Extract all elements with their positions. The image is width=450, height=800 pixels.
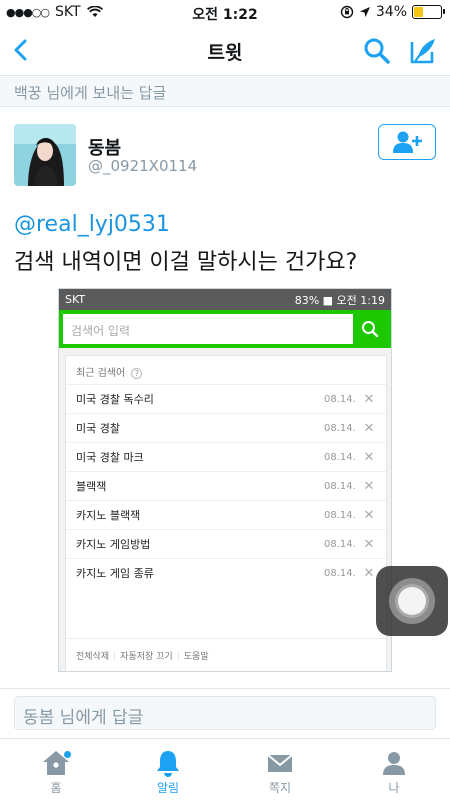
- embedded-recent-keyword: 미국 경찰 마크: [76, 451, 144, 464]
- embedded-recent-panel: 최근 검색어 ? 미국 경찰 독수리 08.14. ✕ 미국 경찰 08.14. ✕ 미국 …: [65, 355, 387, 671]
- tab-messages[interactable]: 쪽지: [240, 749, 320, 796]
- add-user-icon: [393, 131, 422, 153]
- embedded-recent-item: 카지노 게임방법 08.14. ✕: [66, 529, 386, 558]
- mention-link[interactable]: @real_lyj0531: [14, 212, 170, 237]
- tab-home[interactable]: 홈: [16, 749, 96, 796]
- nav-bar: 트윗: [0, 24, 450, 76]
- follow-button[interactable]: [378, 124, 436, 160]
- embedded-search-icon: [362, 321, 379, 338]
- assistive-touch-icon: [395, 584, 429, 618]
- embedded-recent-label: 최근 검색어: [76, 368, 126, 379]
- embedded-search-input: 검색어 입력: [63, 314, 353, 344]
- battery-icon: [412, 5, 445, 19]
- tab-me[interactable]: 나: [354, 749, 434, 796]
- embedded-search-bar: 검색어 입력: [59, 310, 391, 348]
- embedded-status-right: 83% ■ 오전 1:19: [294, 293, 385, 307]
- embedded-recent-item: 미국 경찰 08.14. ✕: [66, 413, 386, 442]
- delete-x-icon: ✕: [363, 565, 375, 581]
- tab-notifications[interactable]: 알림: [128, 749, 208, 796]
- delete-x-icon: ✕: [363, 507, 375, 523]
- compose-tweet-icon[interactable]: [408, 36, 438, 66]
- status-right: 34%: [340, 4, 445, 20]
- embedded-recent-date: 08.14.: [324, 480, 356, 492]
- help-circle-icon: ?: [131, 368, 143, 379]
- notification-dot: [64, 751, 71, 758]
- bell-icon: [157, 751, 179, 777]
- embedded-recent-date: 08.14.: [324, 451, 356, 463]
- embedded-delete-all: 전체삭제: [76, 652, 110, 662]
- embedded-recent-item: 미국 경찰 독수리 08.14. ✕: [66, 384, 386, 413]
- reply-composer: 동봄 님에게 답글: [0, 688, 450, 736]
- divider: |: [113, 650, 117, 661]
- tab-home-label: 홈: [50, 781, 62, 795]
- rotation-lock-icon: [340, 5, 354, 19]
- embedded-autosave-off: 자동저장 끄기: [120, 652, 173, 662]
- embedded-recent-date: 08.14.: [324, 538, 356, 550]
- embedded-recent-date: 08.14.: [324, 509, 356, 521]
- embedded-recent-item: 카지노 게임 종류 08.14. ✕: [66, 558, 386, 587]
- reply-context-banner: 백꿍 님에게 보내는 답글: [0, 77, 450, 107]
- delete-x-icon: ✕: [363, 449, 375, 465]
- battery-fill: [414, 7, 423, 17]
- embedded-recent-date: 08.14.: [324, 567, 356, 579]
- tab-me-label: 나: [388, 781, 400, 795]
- embedded-recent-keyword: 카지노 게임방법: [76, 538, 151, 551]
- embedded-recent-keyword: 카지노 블랙잭: [76, 509, 141, 522]
- avatar[interactable]: [14, 124, 76, 186]
- embedded-recent-item: 블랙잭 08.14. ✕: [66, 471, 386, 500]
- embedded-recent-keyword: 미국 경찰: [76, 422, 120, 435]
- battery-percent: 34%: [375, 4, 407, 20]
- search-icon[interactable]: [362, 36, 392, 66]
- embedded-footer: 전체삭제 | 자동저장 끄기 | 도움말: [66, 638, 386, 671]
- tab-bar: 홈 알림 쪽지 나: [0, 738, 450, 800]
- delete-x-icon: ✕: [363, 391, 375, 407]
- author-handle[interactable]: @_0921X0114: [88, 157, 197, 175]
- avatar-image: [14, 124, 76, 186]
- embedded-recent-date: 08.14.: [324, 422, 356, 434]
- embedded-recent-keyword: 미국 경찰 독수리: [76, 393, 154, 406]
- assistive-touch-button[interactable]: [376, 566, 448, 636]
- embedded-help: 도움말: [183, 652, 209, 662]
- tab-messages-label: 쪽지: [268, 781, 292, 795]
- embedded-recent-header: 최근 검색어 ?: [66, 356, 386, 384]
- embedded-recent-item: 미국 경찰 마크 08.14. ✕: [66, 442, 386, 471]
- embedded-recent-keyword: 카지노 게임 종류: [76, 567, 154, 580]
- tab-notifications-label: 알림: [156, 781, 180, 795]
- assistive-touch-ring: [389, 578, 435, 624]
- tweet-media-image[interactable]: SKT 83% ■ 오전 1:19 검색어 입력 최근 검색어 ? 미국 경찰 …: [58, 288, 392, 672]
- embedded-status-bar: SKT 83% ■ 오전 1:19: [59, 289, 391, 310]
- divider: |: [176, 650, 180, 661]
- status-bar: ●●●○○ SKT 오전 1:22 34%: [0, 0, 450, 24]
- delete-x-icon: ✕: [363, 536, 375, 552]
- person-icon: [383, 752, 405, 775]
- envelope-icon: [267, 754, 293, 772]
- tweet-text: 검색 내역이면 이걸 말하시는 건가요?: [14, 250, 358, 275]
- location-arrow-icon: [359, 7, 370, 17]
- embedded-search-button: [353, 314, 387, 344]
- embedded-carrier: SKT: [65, 293, 86, 306]
- reply-input[interactable]: 동봄 님에게 답글: [14, 696, 436, 730]
- embedded-recent-date: 08.14.: [324, 393, 356, 405]
- delete-x-icon: ✕: [363, 478, 375, 494]
- embedded-recent-list: 미국 경찰 독수리 08.14. ✕ 미국 경찰 08.14. ✕ 미국 경찰 마크 08.1…: [66, 384, 386, 587]
- embedded-recent-item: 카지노 블랙잭 08.14. ✕: [66, 500, 386, 529]
- embedded-recent-keyword: 블랙잭: [76, 480, 107, 493]
- delete-x-icon: ✕: [363, 420, 375, 436]
